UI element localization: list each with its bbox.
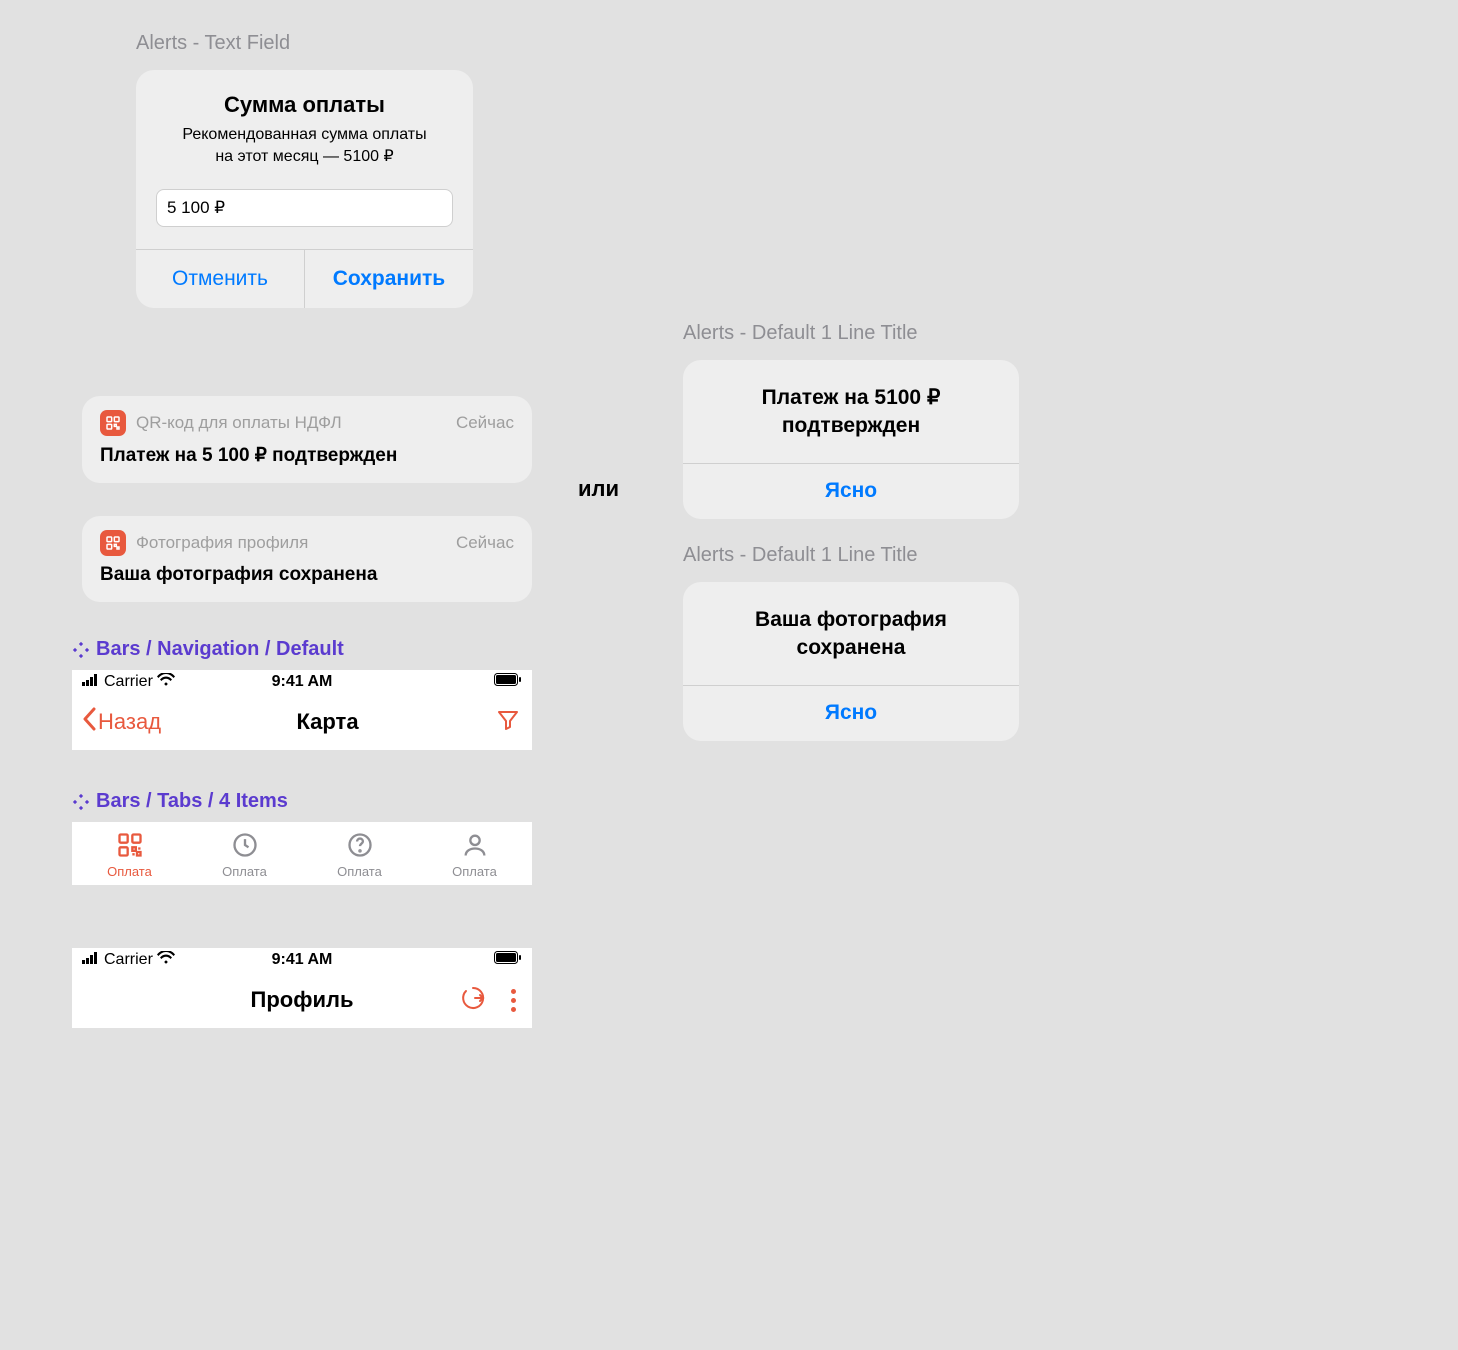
tab-help[interactable]: Оплата: [302, 830, 417, 879]
tab-label: Оплата: [452, 864, 497, 879]
notification-app-name: Фотография профиля: [136, 533, 446, 553]
save-button[interactable]: Сохранить: [304, 250, 473, 308]
tab-bar: Оплата Оплата Оплата Оплата: [72, 822, 532, 885]
status-left: Carrier: [82, 951, 175, 969]
component-icon: [72, 641, 90, 659]
carrier-label: Carrier: [104, 673, 153, 691]
alert-title: Сумма оплаты: [154, 92, 455, 118]
notification-app-name: QR-код для оплаты НДФЛ: [136, 413, 446, 433]
back-label: Назад: [98, 709, 161, 735]
alert-textfield-card: Сумма оплаты Рекомендованная сумма оплат…: [136, 70, 473, 308]
notification-time: Сейчас: [456, 533, 514, 553]
tab-history[interactable]: Оплата: [187, 830, 302, 879]
component-label-tabs: Bars / Tabs / 4 Items: [72, 790, 288, 813]
notification-body: Ваша фотография сохранена: [100, 564, 514, 586]
status-time: 9:41 AM: [272, 673, 333, 691]
qr-icon: [115, 830, 145, 860]
component-label-nav: Bars / Navigation / Default: [72, 638, 344, 661]
nav-title: Карта: [296, 709, 358, 735]
qr-app-icon: [100, 530, 126, 556]
person-icon: [460, 830, 490, 860]
battery-icon: [494, 951, 522, 969]
section-label-alerts-default-1: Alerts - Default 1 Line Title: [683, 322, 918, 345]
logout-icon: [459, 999, 487, 1016]
section-label-alerts-textfield: Alerts - Text Field: [136, 32, 290, 55]
alert-subtitle: Рекомендованная сумма оплаты на этот мес…: [154, 124, 455, 167]
alert-default-card: Платеж на 5100 ₽ подтвержден Ясно: [683, 360, 1019, 519]
profile-title: Профиль: [251, 987, 354, 1013]
notification-card[interactable]: Фотография профиля Сейчас Ваша фотографи…: [82, 516, 532, 602]
alert-default-title: Ваша фотография сохранена: [701, 606, 1001, 663]
signal-icon: [82, 673, 100, 691]
notification-body: Платеж на 5 100 ₽ подтвержден: [100, 444, 514, 467]
cancel-button[interactable]: Отменить: [136, 250, 304, 308]
filter-button[interactable]: [494, 708, 522, 736]
notification-card[interactable]: QR-код для оплаты НДФЛ Сейчас Платеж на …: [82, 396, 532, 483]
connector-or: или: [578, 476, 619, 502]
more-button[interactable]: [511, 989, 516, 1012]
qr-app-icon: [100, 410, 126, 436]
filter-icon: [496, 708, 520, 737]
tab-payment[interactable]: Оплата: [72, 830, 187, 879]
more-vertical-icon: [511, 989, 516, 1012]
section-label-alerts-default-2: Alerts - Default 1 Line Title: [683, 544, 918, 567]
component-icon: [72, 793, 90, 811]
help-icon: [345, 830, 375, 860]
notification-time: Сейчас: [456, 413, 514, 433]
chevron-left-icon: [82, 707, 96, 737]
clock-icon: [230, 830, 260, 860]
ok-button[interactable]: Ясно: [825, 701, 877, 725]
logout-button[interactable]: [459, 984, 487, 1017]
tab-label: Оплата: [107, 864, 152, 879]
wifi-icon: [157, 673, 175, 691]
profile-navigation-bar: Carrier 9:41 AM Профиль: [72, 948, 532, 1028]
signal-icon: [82, 951, 100, 969]
tab-label: Оплата: [222, 864, 267, 879]
carrier-label: Carrier: [104, 951, 153, 969]
status-time: 9:41 AM: [272, 951, 333, 969]
tab-profile[interactable]: Оплата: [417, 830, 532, 879]
ok-button[interactable]: Ясно: [825, 479, 877, 503]
back-button[interactable]: Назад: [82, 707, 161, 737]
alert-default-title: Платеж на 5100 ₽ подтвержден: [701, 384, 1001, 441]
battery-icon: [494, 673, 522, 691]
alert-default-card: Ваша фотография сохранена Ясно: [683, 582, 1019, 741]
wifi-icon: [157, 951, 175, 969]
navigation-bar: Carrier 9:41 AM Назад Карта: [72, 670, 532, 750]
amount-input[interactable]: [156, 189, 453, 227]
status-left: Carrier: [82, 673, 175, 691]
tab-label: Оплата: [337, 864, 382, 879]
